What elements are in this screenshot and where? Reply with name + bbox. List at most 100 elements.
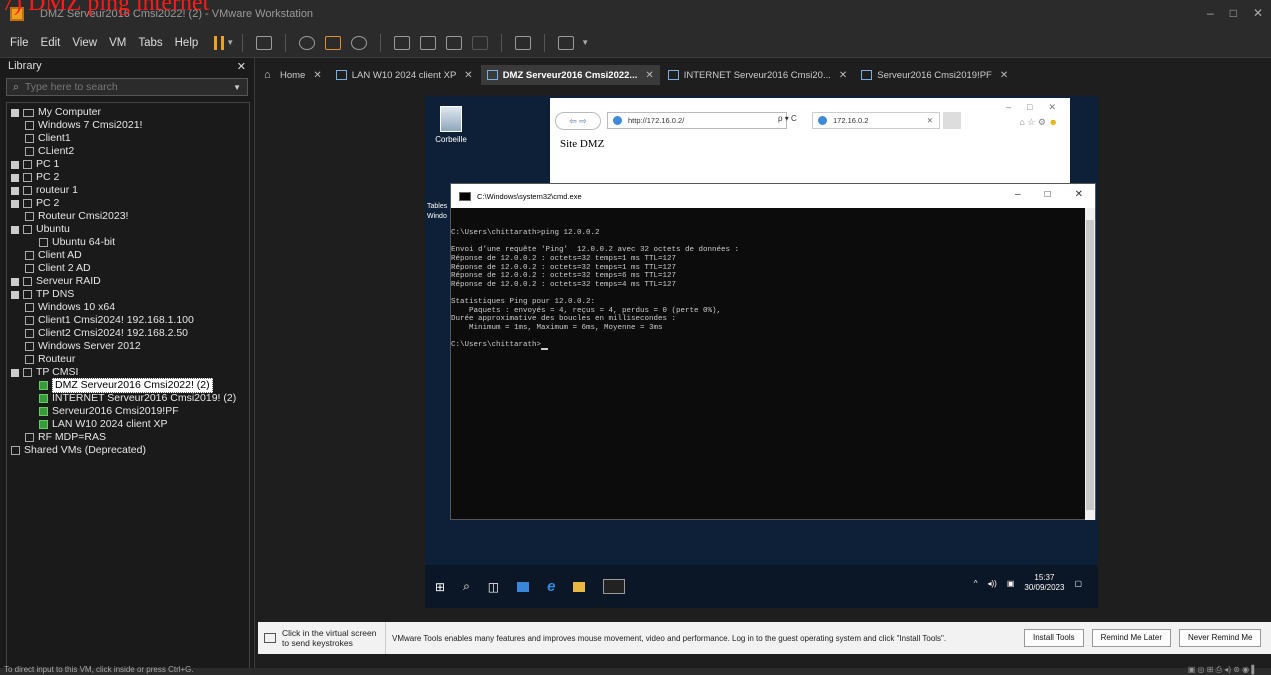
close-tab-icon[interactable]: ✕	[313, 70, 321, 81]
network-icon[interactable]: ▣	[1007, 579, 1015, 588]
close-button[interactable]: ✕	[1253, 6, 1263, 20]
chevron-down-icon[interactable]: ▼	[226, 38, 234, 47]
expander-icon[interactable]	[11, 290, 19, 299]
task-view-icon[interactable]: ◫	[488, 580, 499, 594]
revert-snapshot-icon[interactable]	[325, 35, 342, 50]
close-tab-icon[interactable]: ✕	[1000, 70, 1008, 81]
library-item[interactable]: INTERNET Serveur2016 Cmsi2019! (2)	[7, 392, 249, 405]
library-search-box[interactable]: ⌕ Type here to search ▼	[6, 78, 248, 96]
chevron-down-icon[interactable]: ▼	[581, 38, 589, 47]
clock[interactable]: 15:37 30/09/2023	[1024, 573, 1064, 593]
vm-tab[interactable]: Serveur2016 Cmsi2019!PF ✕	[855, 65, 1014, 85]
minimize-button[interactable]: –	[1207, 6, 1214, 20]
search-refresh-icon[interactable]: ρ ▾ C	[778, 114, 797, 123]
menu-help[interactable]: Help	[169, 37, 205, 49]
library-item[interactable]: TP DNS	[7, 288, 249, 301]
library-item[interactable]: My Computer	[7, 106, 249, 119]
cmd-window[interactable]: C:\Windows\system32\cmd.exe – □ ✕ C:\Use…	[450, 183, 1096, 520]
vm-tab[interactable]: INTERNET Serveur2016 Cmsi20... ✕	[662, 65, 854, 85]
windows-start-icon[interactable]: ⊞	[435, 580, 445, 594]
menu-tabs[interactable]: Tabs	[132, 37, 168, 49]
notification-icon[interactable]: ▢	[1074, 579, 1082, 588]
library-item[interactable]: PC 2	[7, 171, 249, 184]
library-item[interactable]: Serveur RAID	[7, 275, 249, 288]
new-tab-button[interactable]	[943, 112, 961, 129]
expander-icon[interactable]	[11, 108, 19, 117]
stretch-guest-icon[interactable]	[558, 35, 575, 50]
chevron-up-icon[interactable]: ^	[974, 579, 978, 588]
menu-vm[interactable]: VM	[103, 37, 132, 49]
library-item[interactable]: Shared VMs (Deprecated)	[7, 444, 249, 457]
minimize-icon[interactable]: –	[1006, 102, 1011, 113]
expander-icon[interactable]	[11, 173, 19, 182]
library-item[interactable]: Client1	[7, 132, 249, 145]
expander-icon[interactable]	[11, 160, 19, 169]
library-item[interactable]: Routeur Cmsi2023!	[7, 210, 249, 223]
install-tools-button[interactable]: Install Tools	[1024, 629, 1084, 647]
maximize-button[interactable]: □	[1230, 6, 1237, 20]
send-ctrl-alt-del-icon[interactable]	[256, 35, 273, 50]
menu-edit[interactable]: Edit	[35, 37, 67, 49]
expander-icon[interactable]	[11, 368, 19, 377]
menu-view[interactable]: View	[66, 37, 103, 49]
never-remind-button[interactable]: Never Remind Me	[1179, 629, 1262, 647]
file-explorer-icon[interactable]	[573, 581, 586, 592]
show-library-icon[interactable]	[394, 35, 411, 50]
browser-tab[interactable]: 172.16.0.2 ✕	[812, 112, 940, 129]
library-item[interactable]: Client2 Cmsi2024! 192.168.2.50	[7, 327, 249, 340]
close-icon[interactable]: ✕	[927, 113, 933, 129]
home-icon[interactable]: ⌂	[1019, 117, 1024, 127]
library-item[interactable]: DMZ Serveur2016 Cmsi2022! (2)	[7, 378, 249, 393]
cmd-scrollbar[interactable]	[1085, 208, 1095, 520]
library-item[interactable]: PC 1	[7, 158, 249, 171]
scrollbar-thumb[interactable]	[1086, 220, 1094, 510]
library-item[interactable]: LAN W10 2024 client XP	[7, 418, 249, 431]
smiley-icon[interactable]: ☻	[1049, 117, 1058, 127]
close-icon[interactable]: ✕	[1048, 102, 1056, 113]
library-item[interactable]: CLient2	[7, 145, 249, 158]
volume-icon[interactable]: ◂))	[987, 579, 996, 588]
expander-icon[interactable]	[11, 225, 19, 234]
guest-screen[interactable]: Corbeille ⇦ ⇨ http://172.16.0.2/ ρ ▾ C 1…	[425, 96, 1098, 608]
chevron-down-icon[interactable]: ▼	[233, 83, 241, 92]
library-item[interactable]: routeur 1	[7, 184, 249, 197]
library-close-icon[interactable]: ✕	[237, 60, 246, 74]
internet-explorer-icon[interactable]: e	[547, 578, 555, 595]
library-item[interactable]: Client AD	[7, 249, 249, 262]
snapshot-icon[interactable]	[299, 35, 316, 50]
thumbnail-bar-icon[interactable]	[420, 35, 437, 50]
maximize-icon[interactable]: □	[1045, 189, 1051, 200]
back-forward-buttons[interactable]: ⇦ ⇨	[555, 112, 601, 130]
library-item[interactable]: Serveur2016 Cmsi2019!PF	[7, 405, 249, 418]
cmd-taskbar-icon[interactable]	[603, 579, 626, 594]
close-tab-icon[interactable]: ✕	[645, 70, 653, 81]
library-item[interactable]: Ubuntu 64-bit	[7, 236, 249, 249]
vm-tab[interactable]: ⌂ Home ✕	[258, 65, 328, 85]
search-input[interactable]: Type here to search	[25, 81, 118, 93]
maximize-icon[interactable]: □	[1027, 102, 1032, 113]
library-item[interactable]: Client1 Cmsi2024! 192.168.1.100	[7, 314, 249, 327]
server-manager-icon[interactable]	[517, 581, 530, 592]
search-icon[interactable]: ⌕	[463, 579, 470, 594]
star-icon[interactable]: ☆	[1027, 117, 1035, 127]
full-screen-icon[interactable]	[446, 35, 463, 50]
library-item[interactable]: Client 2 AD	[7, 262, 249, 275]
library-item[interactable]: RF MDP=RAS	[7, 431, 249, 444]
library-item[interactable]: Windows 7 Cmsi2021!	[7, 119, 249, 132]
vm-tab[interactable]: LAN W10 2024 client XP ✕	[330, 65, 479, 85]
cmd-title-bar[interactable]: C:\Windows\system32\cmd.exe – □ ✕	[451, 184, 1095, 208]
library-item[interactable]: Windows Server 2012	[7, 340, 249, 353]
desktop-icon-recycle-bin[interactable]: Corbeille	[431, 106, 471, 144]
pause-icon[interactable]	[214, 35, 225, 50]
close-icon[interactable]: ✕	[1075, 189, 1083, 200]
cmd-output[interactable]: C:\Users\chittarath>ping 12.0.0.2 Envoi d…	[451, 208, 1095, 520]
address-bar[interactable]: http://172.16.0.2/	[607, 112, 787, 129]
console-view-icon[interactable]	[515, 35, 532, 50]
device-status-icons[interactable]: ▣ ◎ ⊞ ⎙ ◂) ⊛ ◉ ▌	[1188, 665, 1257, 675]
snapshot-manager-icon[interactable]	[351, 35, 368, 50]
library-item[interactable]: Routeur	[7, 353, 249, 366]
unity-icon[interactable]	[472, 35, 489, 50]
library-item[interactable]: Windows 10 x64	[7, 301, 249, 314]
menu-file[interactable]: File	[4, 37, 35, 49]
gear-icon[interactable]: ⚙	[1038, 117, 1046, 127]
